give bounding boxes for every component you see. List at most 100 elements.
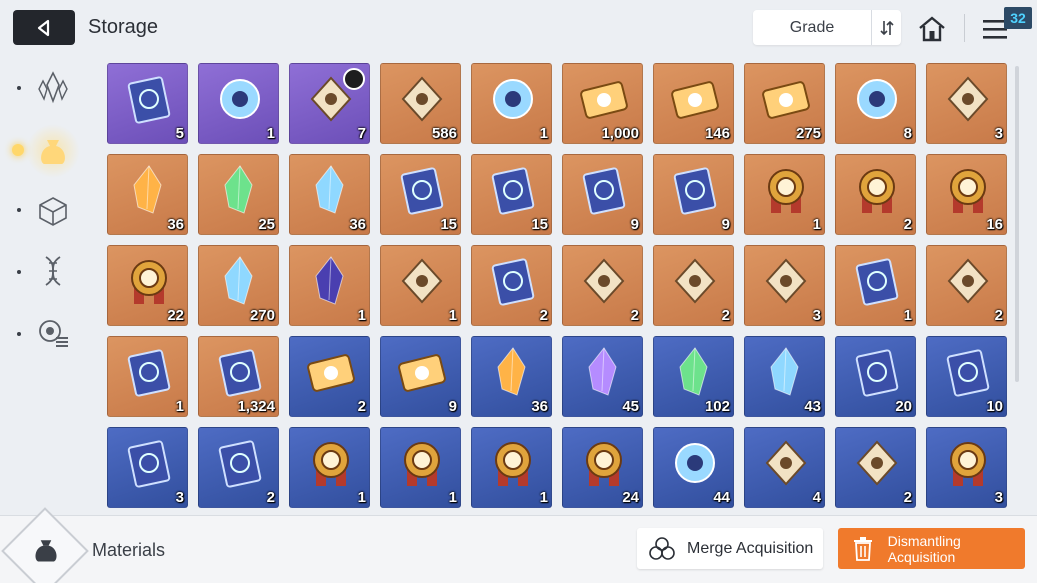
item-slot[interactable]: 36 bbox=[471, 336, 552, 417]
item-slot[interactable]: 3 bbox=[744, 245, 825, 326]
feather-icon bbox=[927, 64, 1006, 134]
item-slot[interactable]: 9 bbox=[380, 336, 461, 417]
nav-item-genes[interactable] bbox=[30, 248, 76, 294]
category-icon-holder bbox=[24, 528, 68, 572]
item-slot[interactable]: 4 bbox=[744, 427, 825, 508]
item-slot[interactable]: 2 bbox=[471, 245, 552, 326]
nav-dot bbox=[17, 86, 21, 90]
item-slot[interactable]: 1 bbox=[198, 63, 279, 144]
item-slot[interactable]: 270 bbox=[198, 245, 279, 326]
item-count: 36 bbox=[531, 398, 548, 415]
item-slot[interactable]: 8 bbox=[835, 63, 916, 144]
item-slot[interactable]: 275 bbox=[744, 63, 825, 144]
item-count: 9 bbox=[721, 216, 730, 233]
item-slot[interactable]: 1 bbox=[835, 245, 916, 326]
item-slot[interactable]: 15 bbox=[471, 154, 552, 235]
item-slot[interactable]: 15 bbox=[380, 154, 461, 235]
crystals-icon bbox=[38, 71, 68, 104]
nav-item-crystals[interactable] bbox=[30, 64, 76, 110]
nav-item-cubes[interactable] bbox=[30, 188, 76, 234]
item-slot[interactable]: 1 bbox=[289, 427, 370, 508]
bolt-book-icon bbox=[654, 155, 733, 225]
blue-star-ticket-icon bbox=[381, 337, 460, 407]
item-slot[interactable]: 20 bbox=[835, 336, 916, 417]
item-slot[interactable]: 1 bbox=[471, 427, 552, 508]
item-slot[interactable]: 1 bbox=[471, 63, 552, 144]
item-slot[interactable]: 3 bbox=[926, 63, 1007, 144]
sort-order-toggle[interactable] bbox=[871, 10, 901, 45]
nav-item-parts[interactable] bbox=[30, 310, 76, 356]
silver-shield-medal-icon bbox=[290, 428, 369, 498]
item-slot[interactable]: 2 bbox=[835, 154, 916, 235]
item-slot[interactable]: 36 bbox=[107, 154, 188, 235]
item-slot[interactable]: 45 bbox=[562, 336, 643, 417]
nav-dot bbox=[17, 332, 21, 336]
materials-pouch-icon bbox=[35, 540, 57, 562]
item-slot[interactable]: 9 bbox=[562, 154, 643, 235]
guitar-pick-icon bbox=[927, 246, 1006, 316]
item-slot[interactable]: 16 bbox=[926, 154, 1007, 235]
gear-list-icon bbox=[39, 320, 68, 347]
blue-bolt-book-icon bbox=[199, 428, 278, 498]
item-slot[interactable]: 1 bbox=[380, 427, 461, 508]
item-count: 1 bbox=[175, 398, 184, 415]
item-slot[interactable]: 2 bbox=[198, 427, 279, 508]
item-slot[interactable]: 586 bbox=[380, 63, 461, 144]
item-slot[interactable]: 10 bbox=[926, 336, 1007, 417]
star-map-book-icon bbox=[472, 246, 551, 316]
item-slot[interactable]: 146 bbox=[653, 63, 734, 144]
home-button[interactable] bbox=[914, 12, 950, 46]
item-slot[interactable]: 9 bbox=[653, 154, 734, 235]
fire-crystal-icon bbox=[108, 155, 187, 225]
item-slot[interactable]: 102 bbox=[653, 336, 734, 417]
orb-icon bbox=[199, 64, 278, 134]
item-slot[interactable]: 3 bbox=[926, 427, 1007, 508]
item-slot[interactable]: 43 bbox=[744, 336, 825, 417]
blue-crystal-icon bbox=[290, 155, 369, 225]
sword-book-icon bbox=[381, 155, 460, 225]
item-count: 2 bbox=[721, 307, 730, 324]
item-count: 3 bbox=[812, 307, 821, 324]
header-divider bbox=[964, 14, 965, 42]
item-slot[interactable]: 2 bbox=[289, 336, 370, 417]
item-slot[interactable]: 2 bbox=[562, 245, 643, 326]
item-slot[interactable]: 5 bbox=[107, 63, 188, 144]
item-slot[interactable]: 2 bbox=[926, 245, 1007, 326]
merge-acquisition-button[interactable]: Merge Acquisition bbox=[637, 528, 823, 569]
item-slot[interactable]: 3 bbox=[107, 427, 188, 508]
category-label: Materials bbox=[92, 540, 166, 560]
scroll-icon bbox=[108, 64, 187, 134]
item-slot[interactable]: 22 bbox=[107, 245, 188, 326]
item-count: 275 bbox=[795, 125, 821, 142]
item-slot[interactable]: 1 bbox=[744, 154, 825, 235]
scrollbar[interactable] bbox=[1015, 66, 1019, 382]
item-count: 15 bbox=[531, 216, 548, 233]
nav-item-materials[interactable] bbox=[30, 128, 76, 174]
dismantling-acquisition-button[interactable]: Dismantling Acquisition bbox=[838, 528, 1025, 569]
item-slot[interactable]: 36 bbox=[289, 154, 370, 235]
sword-medal-icon bbox=[745, 155, 824, 225]
item-slot[interactable]: 1 bbox=[380, 245, 461, 326]
page-title: Storage bbox=[88, 16, 159, 38]
item-slot[interactable]: 25 bbox=[198, 154, 279, 235]
cake-icon bbox=[745, 428, 824, 498]
item-count: 45 bbox=[622, 398, 639, 415]
item-slot[interactable]: 2 bbox=[835, 427, 916, 508]
item-count: 4 bbox=[812, 489, 821, 506]
blue-shield-book-icon bbox=[927, 337, 1006, 407]
item-slot[interactable]: 7 bbox=[289, 63, 370, 144]
item-count: 22 bbox=[167, 307, 184, 324]
item-count: 7 bbox=[357, 125, 366, 142]
item-slot[interactable]: 1,000 bbox=[562, 63, 643, 144]
item-slot[interactable]: 24 bbox=[562, 427, 643, 508]
item-slot[interactable]: 1 bbox=[107, 336, 188, 417]
star-ticket-icon bbox=[745, 64, 824, 134]
item-slot[interactable]: 1 bbox=[289, 245, 370, 326]
item-slot[interactable]: 44 bbox=[653, 427, 734, 508]
item-count: 9 bbox=[448, 398, 457, 415]
sort-dropdown[interactable]: Grade bbox=[753, 10, 901, 45]
back-button[interactable] bbox=[13, 10, 75, 45]
item-count: 2 bbox=[630, 307, 639, 324]
item-slot[interactable]: 1,324 bbox=[198, 336, 279, 417]
item-slot[interactable]: 2 bbox=[653, 245, 734, 326]
